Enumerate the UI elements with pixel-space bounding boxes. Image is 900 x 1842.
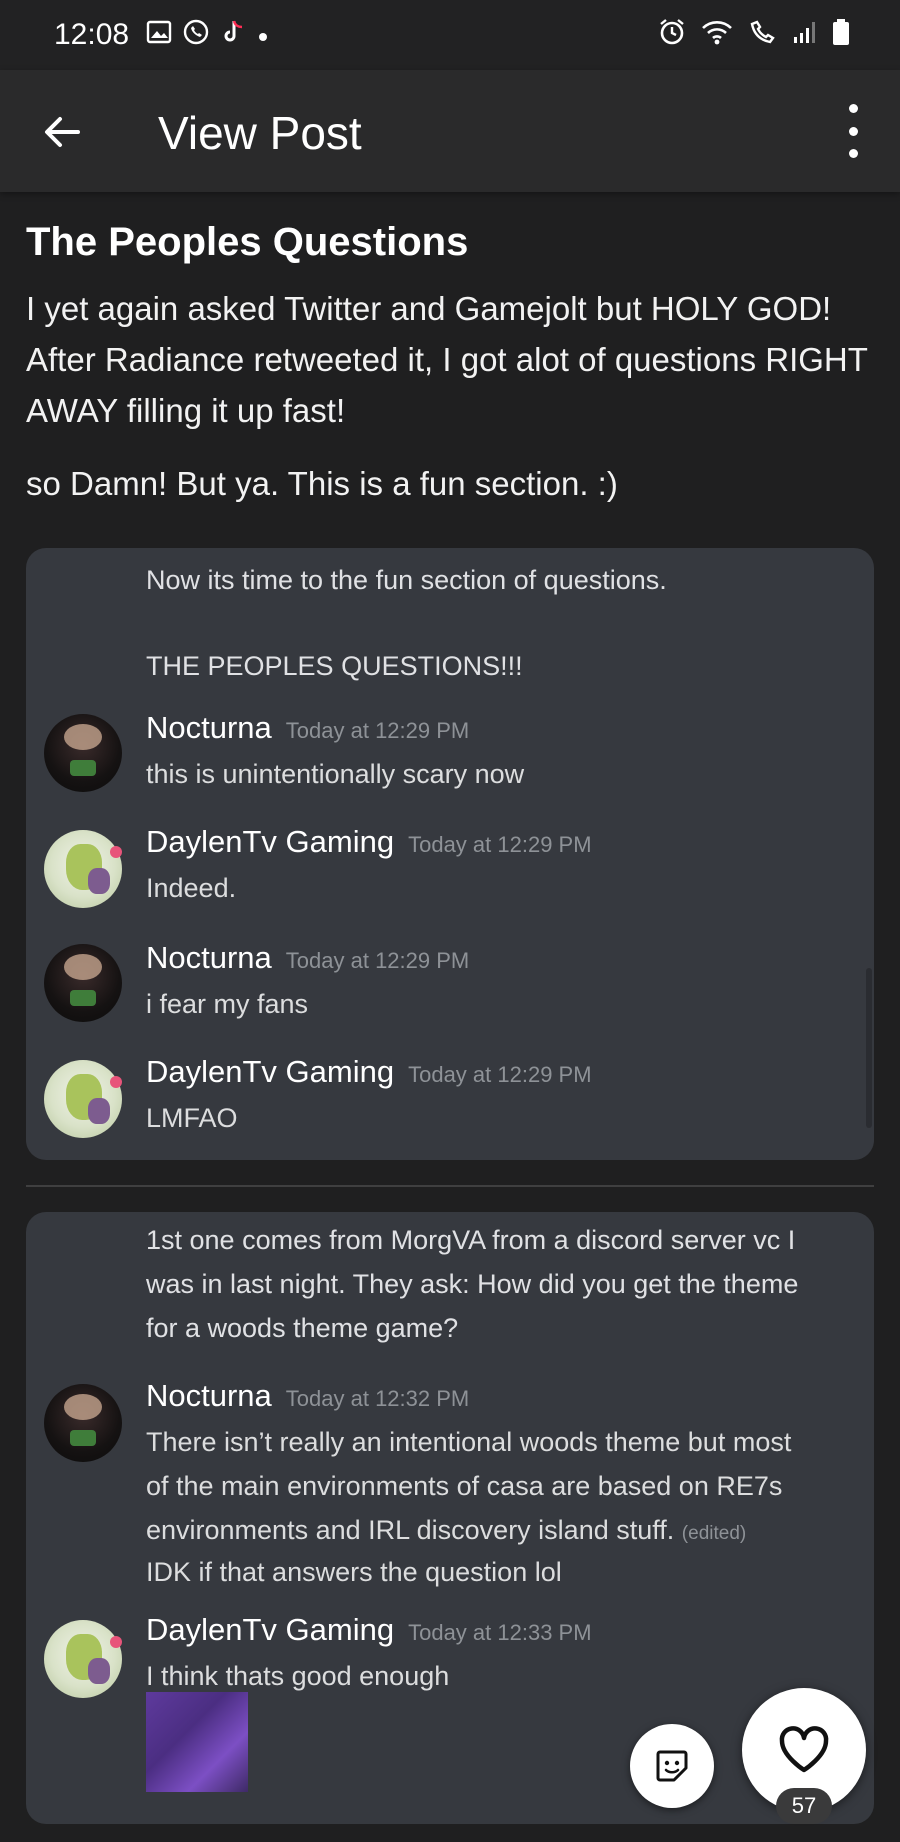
message-text: LMFAO bbox=[146, 1103, 238, 1133]
avatar bbox=[44, 714, 122, 792]
message-author: Nocturna bbox=[146, 940, 272, 975]
sticker-icon bbox=[656, 1750, 688, 1782]
post-content: The Peoples Questions I yet again asked … bbox=[26, 200, 876, 531]
dot-icon bbox=[256, 20, 270, 51]
message-timestamp: Today at 12:29 PM bbox=[285, 718, 470, 743]
system-icons bbox=[658, 18, 850, 53]
message-timestamp: Today at 12:29 PM bbox=[285, 948, 470, 973]
intro-line: THE PEOPLES QUESTIONS!!! bbox=[146, 651, 523, 681]
avatar bbox=[44, 944, 122, 1022]
post-title: The Peoples Questions bbox=[26, 220, 469, 264]
message-author: DaylenTv Gaming bbox=[146, 1054, 395, 1089]
wifi-calling-icon bbox=[748, 18, 778, 53]
status-time: 12:08 bbox=[54, 18, 130, 51]
attached-image bbox=[146, 1692, 248, 1792]
message-author: DaylenTv Gaming bbox=[146, 1612, 395, 1647]
message-text: environments and IRL discovery island st… bbox=[146, 1515, 675, 1545]
back-arrow-icon bbox=[45, 117, 80, 147]
message-text: Indeed. bbox=[146, 873, 237, 903]
intro-line: Now its time to the fun section of quest… bbox=[146, 565, 667, 595]
message-text: of the main environments of casa are bas… bbox=[146, 1471, 783, 1501]
intro-line: for a woods theme game? bbox=[146, 1313, 459, 1343]
divider bbox=[26, 1185, 874, 1187]
message-text: There isn’t really an intentional woods … bbox=[146, 1427, 792, 1457]
avatar bbox=[44, 830, 122, 908]
sticker-button[interactable] bbox=[630, 1724, 714, 1808]
signal-icon bbox=[792, 19, 818, 52]
post-paragraph: I yet again asked Twitter and Gamejolt b… bbox=[26, 290, 868, 429]
more-vert-icon bbox=[848, 104, 858, 113]
intro-line: 1st one comes from MorgVA from a discord… bbox=[146, 1225, 796, 1255]
intro-line: was in last night. They ask: How did you… bbox=[146, 1269, 799, 1299]
message-author: Nocturna bbox=[146, 710, 272, 745]
message-author: Nocturna bbox=[146, 1378, 272, 1413]
battery-icon bbox=[832, 18, 850, 53]
status-bar: 12:08 bbox=[0, 0, 900, 70]
tiktok-icon bbox=[220, 18, 246, 53]
message-text: i fear my fans bbox=[146, 989, 309, 1019]
alarm-icon bbox=[658, 18, 686, 53]
message-timestamp: Today at 12:33 PM bbox=[408, 1620, 592, 1645]
message-timestamp: Today at 12:29 PM bbox=[408, 1062, 592, 1087]
message-text: IDK if that answers the question lol bbox=[146, 1557, 562, 1587]
scrollbar bbox=[866, 968, 872, 1128]
back-button[interactable] bbox=[40, 110, 84, 154]
wifi-icon bbox=[700, 18, 734, 53]
avatar bbox=[44, 1060, 122, 1138]
more-options-button[interactable] bbox=[832, 104, 874, 158]
top-app-bar: View Post bbox=[0, 70, 900, 192]
post-paragraph: so Damn! But ya. This is a fun section. … bbox=[26, 465, 618, 502]
notification-icons bbox=[146, 18, 270, 53]
avatar bbox=[44, 1384, 122, 1462]
gallery-icon bbox=[146, 19, 172, 52]
message-timestamp: Today at 12:29 PM bbox=[408, 832, 592, 857]
discord-screenshot-image[interactable]: Now its time to the fun section of quest… bbox=[26, 548, 874, 1160]
message-timestamp: Today at 12:32 PM bbox=[285, 1386, 470, 1411]
edited-label: (edited) bbox=[681, 1523, 747, 1544]
like-count: 57 bbox=[776, 1788, 832, 1824]
avatar bbox=[44, 1620, 122, 1698]
message-author: DaylenTv Gaming bbox=[146, 824, 395, 859]
page-title: View Post bbox=[158, 107, 362, 159]
whatsapp-icon bbox=[182, 18, 210, 53]
message-text: this is unintentionally scary now bbox=[146, 759, 525, 789]
heart-icon bbox=[779, 1726, 829, 1773]
